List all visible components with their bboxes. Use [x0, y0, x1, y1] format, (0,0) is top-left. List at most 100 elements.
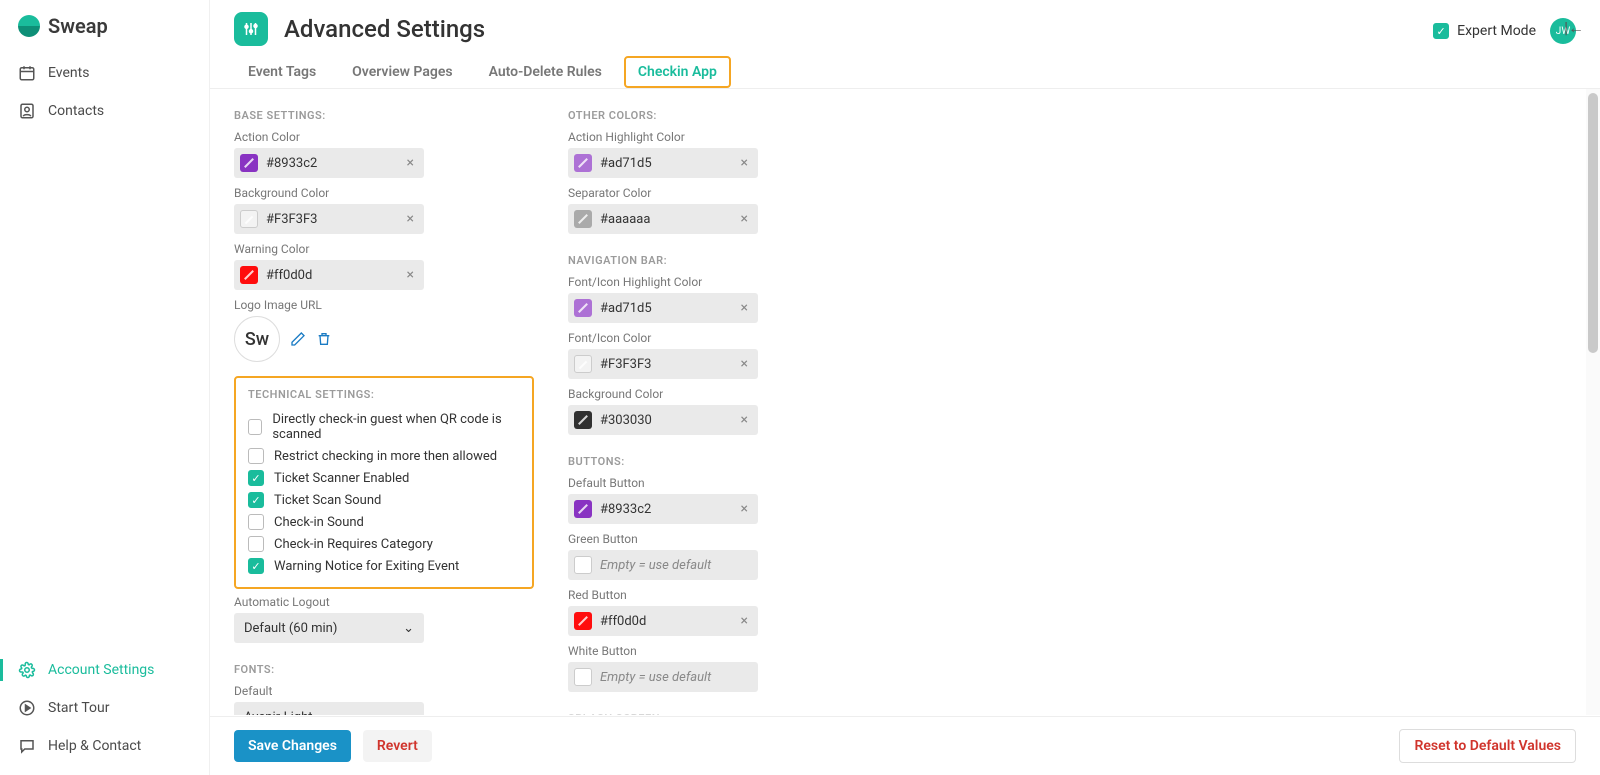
placeholder: Empty = use default: [600, 558, 711, 573]
tech-item-3[interactable]: ✓ Ticket Scan Sound: [248, 489, 520, 511]
swatch-icon: [574, 299, 592, 317]
clear-icon[interactable]: ×: [737, 412, 752, 428]
clear-icon[interactable]: ×: [403, 155, 418, 171]
label-warn-color: Warning Color: [234, 242, 534, 256]
tech-item-0[interactable]: Directly check-in guest when QR code is …: [248, 409, 520, 445]
tech-item-label: Directly check-in guest when QR code is …: [272, 412, 520, 442]
select-default-font[interactable]: Avenir-Light ⌄: [234, 702, 424, 715]
checkbox-icon: ✓: [248, 470, 264, 486]
clear-icon[interactable]: ×: [403, 267, 418, 283]
field-btn-default[interactable]: #8933c2 ×: [568, 494, 758, 524]
clear-icon[interactable]: ×: [737, 300, 752, 316]
revert-button[interactable]: Revert: [363, 730, 432, 762]
play-icon: [18, 699, 36, 717]
select-auto-logout[interactable]: Default (60 min) ⌄: [234, 613, 424, 643]
tab-event-tags[interactable]: Event Tags: [234, 56, 330, 88]
label-btn-default: Default Button: [568, 476, 868, 490]
clear-icon[interactable]: ×: [737, 613, 752, 629]
clear-icon[interactable]: ×: [403, 211, 418, 227]
field-nav-fc[interactable]: #F3F3F3 ×: [568, 349, 758, 379]
col-right: OTHER COLORS: Action Highlight Color #ad…: [568, 99, 868, 715]
checkbox-icon: [248, 536, 264, 552]
nav-help[interactable]: Help & Contact: [0, 727, 209, 765]
nav-start-tour[interactable]: Start Tour: [0, 689, 209, 727]
nav-label: Events: [48, 65, 89, 81]
field-action-highlight[interactable]: #ad71d5 ×: [568, 148, 758, 178]
select-value: Avenir-Light: [244, 710, 313, 716]
checkbox-icon: [248, 448, 264, 464]
collapse-sidebar-icon[interactable]: |←: [1564, 18, 1584, 38]
tech-item-6[interactable]: ✓ Warning Notice for Exiting Event: [248, 555, 520, 577]
field-separator[interactable]: #aaaaaa ×: [568, 204, 758, 234]
checkbox-icon: ✓: [248, 492, 264, 508]
field-bg-color[interactable]: #F3F3F3 ×: [234, 204, 424, 234]
clear-icon[interactable]: ×: [737, 211, 752, 227]
tech-item-label: Restrict checking in more then allowed: [274, 449, 497, 464]
edit-icon[interactable]: [290, 331, 306, 347]
nav-bottom: Account Settings Start Tour Help & Conta…: [0, 651, 209, 775]
swatch-icon: [574, 210, 592, 228]
label-action-highlight: Action Highlight Color: [568, 130, 868, 144]
nav-events[interactable]: Events: [0, 54, 209, 92]
delete-icon[interactable]: [316, 331, 332, 347]
footer: Save Changes Revert Reset to Default Val…: [210, 716, 1600, 775]
field-btn-green[interactable]: Empty = use default: [568, 550, 758, 580]
chevron-down-icon: ⌄: [403, 621, 414, 636]
color-value: #F3F3F3: [600, 357, 729, 372]
tab-auto-delete[interactable]: Auto-Delete Rules: [475, 56, 616, 88]
save-button[interactable]: Save Changes: [234, 730, 351, 762]
clear-icon[interactable]: ×: [737, 155, 752, 171]
scroll-thumb[interactable]: [1588, 93, 1598, 353]
label-nav-fc: Font/Icon Color: [568, 331, 868, 345]
field-action-color[interactable]: #8933c2 ×: [234, 148, 424, 178]
swatch-icon: [574, 500, 592, 518]
tech-item-label: Check-in Requires Category: [274, 537, 433, 552]
col-left: BASE SETTINGS: Action Color #8933c2 × Ba…: [234, 99, 534, 715]
nav-contacts[interactable]: Contacts: [0, 92, 209, 130]
tech-item-2[interactable]: ✓ Ticket Scanner Enabled: [248, 467, 520, 489]
nav-label: Account Settings: [48, 662, 154, 678]
field-nav-bg[interactable]: #303030 ×: [568, 405, 758, 435]
reset-button[interactable]: Reset to Default Values: [1399, 729, 1576, 763]
main: Advanced Settings ✓ Expert Mode JW Event…: [210, 0, 1600, 775]
nav-account-settings[interactable]: Account Settings: [0, 651, 209, 689]
brand-mark-icon: [18, 15, 40, 37]
field-warn-color[interactable]: #ff0d0d ×: [234, 260, 424, 290]
nav-label: Contacts: [48, 103, 104, 119]
label-default-font: Default: [234, 684, 534, 698]
calendar-icon: [18, 64, 36, 82]
tech-item-label: Ticket Scan Sound: [274, 493, 381, 508]
tech-item-4[interactable]: Check-in Sound: [248, 511, 520, 533]
tech-item-1[interactable]: Restrict checking in more then allowed: [248, 445, 520, 467]
swatch-icon: [240, 154, 258, 172]
checkbox-icon: ✓: [1433, 23, 1449, 39]
clear-icon[interactable]: ×: [737, 356, 752, 372]
section-navbar: NAVIGATION BAR:: [568, 254, 868, 267]
expert-mode-toggle[interactable]: ✓ Expert Mode: [1433, 23, 1536, 39]
tech-item-label: Check-in Sound: [274, 515, 364, 530]
color-value: #F3F3F3: [266, 212, 395, 227]
field-btn-red[interactable]: #ff0d0d ×: [568, 606, 758, 636]
clear-icon[interactable]: ×: [737, 501, 752, 517]
nav-label: Start Tour: [48, 700, 110, 716]
tech-item-label: Warning Notice for Exiting Event: [274, 559, 459, 574]
section-fonts: FONTS:: [234, 663, 534, 676]
field-btn-white[interactable]: Empty = use default: [568, 662, 758, 692]
tech-item-label: Ticket Scanner Enabled: [274, 471, 409, 486]
tab-checkin-app[interactable]: Checkin App: [624, 56, 731, 88]
tab-overview-pages[interactable]: Overview Pages: [338, 56, 466, 88]
field-nav-hl[interactable]: #ad71d5 ×: [568, 293, 758, 323]
label-btn-green: Green Button: [568, 532, 868, 546]
swatch-icon: [574, 668, 592, 686]
tech-item-5[interactable]: Check-in Requires Category: [248, 533, 520, 555]
color-value: #ff0d0d: [600, 614, 729, 629]
sidebar: Sweap |← Events Contacts: [0, 0, 210, 775]
color-value: #8933c2: [266, 156, 395, 171]
scrollbar[interactable]: [1586, 89, 1600, 715]
label-auto-logout: Automatic Logout: [234, 595, 534, 609]
color-value: #aaaaaa: [600, 212, 729, 227]
label-btn-red: Red Button: [568, 588, 868, 602]
color-value: #ad71d5: [600, 301, 729, 316]
page-title: Advanced Settings: [284, 15, 485, 43]
checkbox-icon: ✓: [248, 558, 264, 574]
